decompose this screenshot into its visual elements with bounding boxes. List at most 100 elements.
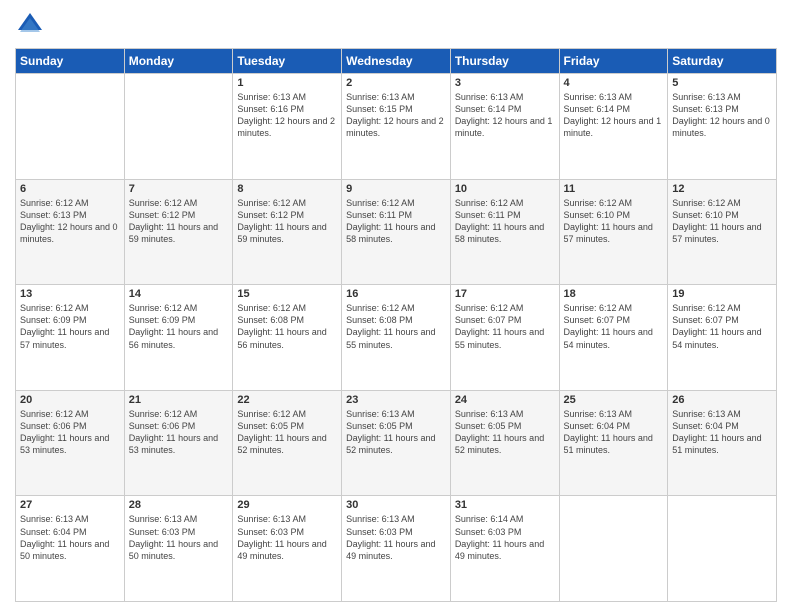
day-info: Sunrise: 6:14 AM Sunset: 6:03 PM Dayligh… — [455, 513, 555, 562]
col-header-friday: Friday — [559, 49, 668, 74]
day-number: 22 — [237, 394, 337, 406]
day-info: Sunrise: 6:13 AM Sunset: 6:04 PM Dayligh… — [672, 408, 772, 457]
calendar-cell: 1 Sunrise: 6:13 AM Sunset: 6:16 PM Daylig… — [233, 74, 342, 180]
calendar-cell: 25 Sunrise: 6:13 AM Sunset: 6:04 PM Dayli… — [559, 390, 668, 496]
calendar-cell: 5 Sunrise: 6:13 AM Sunset: 6:13 PM Daylig… — [668, 74, 777, 180]
day-number: 1 — [237, 77, 337, 89]
day-info: Sunrise: 6:12 AM Sunset: 6:10 PM Dayligh… — [672, 197, 772, 246]
day-number: 11 — [564, 183, 664, 195]
day-number: 14 — [129, 288, 229, 300]
day-info: Sunrise: 6:12 AM Sunset: 6:13 PM Dayligh… — [20, 197, 120, 246]
day-number: 31 — [455, 499, 555, 511]
day-number: 24 — [455, 394, 555, 406]
day-info: Sunrise: 6:13 AM Sunset: 6:16 PM Dayligh… — [237, 91, 337, 140]
calendar-cell: 2Sunrise: 6:13 AM Sunset: 6:15 PM Daylig… — [342, 74, 451, 180]
day-number: 4 — [564, 77, 664, 89]
logo-icon — [15, 10, 45, 40]
col-header-thursday: Thursday — [450, 49, 559, 74]
calendar-cell: 10 Sunrise: 6:12 AM Sunset: 6:11 PM Dayli… — [450, 179, 559, 285]
week-row-1: 1 Sunrise: 6:13 AM Sunset: 6:16 PM Daylig… — [16, 74, 777, 180]
day-info: Sunrise: 6:13 AM Sunset: 6:04 PM Dayligh… — [20, 513, 120, 562]
day-info: Sunrise: 6:13 AM Sunset: 6:13 PM Dayligh… — [672, 91, 772, 140]
day-info: Sunrise: 6:12 AM Sunset: 6:09 PM Dayligh… — [129, 302, 229, 351]
day-info: Sunrise: 6:12 AM Sunset: 6:12 PM Dayligh… — [237, 197, 337, 246]
day-number: 12 — [672, 183, 772, 195]
day-number: 30 — [346, 499, 446, 511]
day-number: 19 — [672, 288, 772, 300]
day-info: Sunrise: 6:13 AM Sunset: 6:05 PM Dayligh… — [346, 408, 446, 457]
calendar-cell: 9Sunrise: 6:12 AM Sunset: 6:11 PM Daylig… — [342, 179, 451, 285]
day-number: 21 — [129, 394, 229, 406]
calendar-cell: 7Sunrise: 6:12 AM Sunset: 6:12 PM Daylig… — [124, 179, 233, 285]
day-number: 2 — [346, 77, 446, 89]
day-info: Sunrise: 6:13 AM Sunset: 6:03 PM Dayligh… — [129, 513, 229, 562]
day-number: 6 — [20, 183, 120, 195]
day-info: Sunrise: 6:13 AM Sunset: 6:14 PM Dayligh… — [564, 91, 664, 140]
calendar-cell: 20Sunrise: 6:12 AM Sunset: 6:06 PM Dayli… — [16, 390, 125, 496]
day-info: Sunrise: 6:13 AM Sunset: 6:14 PM Dayligh… — [455, 91, 555, 140]
day-number: 23 — [346, 394, 446, 406]
day-info: Sunrise: 6:13 AM Sunset: 6:04 PM Dayligh… — [564, 408, 664, 457]
day-info: Sunrise: 6:13 AM Sunset: 6:03 PM Dayligh… — [346, 513, 446, 562]
day-number: 10 — [455, 183, 555, 195]
day-number: 18 — [564, 288, 664, 300]
day-info: Sunrise: 6:13 AM Sunset: 6:05 PM Dayligh… — [455, 408, 555, 457]
calendar-cell: 4 Sunrise: 6:13 AM Sunset: 6:14 PM Daylig… — [559, 74, 668, 180]
calendar-cell — [16, 74, 125, 180]
col-header-wednesday: Wednesday — [342, 49, 451, 74]
day-info: Sunrise: 6:12 AM Sunset: 6:05 PM Dayligh… — [237, 408, 337, 457]
calendar-cell: 28Sunrise: 6:13 AM Sunset: 6:03 PM Dayli… — [124, 496, 233, 602]
logo — [15, 10, 49, 40]
day-info: Sunrise: 6:12 AM Sunset: 6:07 PM Dayligh… — [672, 302, 772, 351]
day-number: 17 — [455, 288, 555, 300]
day-info: Sunrise: 6:13 AM Sunset: 6:03 PM Dayligh… — [237, 513, 337, 562]
calendar-cell: 31 Sunrise: 6:14 AM Sunset: 6:03 PM Dayli… — [450, 496, 559, 602]
day-number: 13 — [20, 288, 120, 300]
calendar-cell: 18 Sunrise: 6:12 AM Sunset: 6:07 PM Dayli… — [559, 285, 668, 391]
week-row-4: 20 Sunrise: 6:12 AM Sunset: 6:06 PM Dayli… — [16, 390, 777, 496]
day-info: Sunrise: 6:12 AM Sunset: 6:08 PM Dayligh… — [237, 302, 337, 351]
header — [15, 10, 777, 40]
day-number: 8 — [237, 183, 337, 195]
calendar-cell: 15Sunrise: 6:12 AM Sunset: 6:08 PM Dayli… — [233, 285, 342, 391]
day-info: Sunrise: 6:12 AM Sunset: 6:12 PM Dayligh… — [129, 197, 229, 246]
calendar-cell: 21 Sunrise: 6:12 AM Sunset: 6:06 PM Dayli… — [124, 390, 233, 496]
calendar-cell: 22 Sunrise: 6:12 AM Sunset: 6:05 PM Dayli… — [233, 390, 342, 496]
col-header-saturday: Saturday — [668, 49, 777, 74]
day-number: 3 — [455, 77, 555, 89]
day-info: Sunrise: 6:12 AM Sunset: 6:07 PM Dayligh… — [564, 302, 664, 351]
day-number: 27 — [20, 499, 120, 511]
calendar-cell — [559, 496, 668, 602]
calendar-cell — [124, 74, 233, 180]
week-row-5: 27 Sunrise: 6:13 AM Sunset: 6:04 PM Dayli… — [16, 496, 777, 602]
header-row: SundayMondayTuesdayWednesdayThursdayFrid… — [16, 49, 777, 74]
col-header-sunday: Sunday — [16, 49, 125, 74]
calendar-cell: 8 Sunrise: 6:12 AM Sunset: 6:12 PM Daylig… — [233, 179, 342, 285]
day-info: Sunrise: 6:12 AM Sunset: 6:10 PM Dayligh… — [564, 197, 664, 246]
calendar-cell: 16Sunrise: 6:12 AM Sunset: 6:08 PM Dayli… — [342, 285, 451, 391]
calendar-cell: 19 Sunrise: 6:12 AM Sunset: 6:07 PM Dayli… — [668, 285, 777, 391]
calendar-cell: 13 Sunrise: 6:12 AM Sunset: 6:09 PM Dayli… — [16, 285, 125, 391]
day-number: 26 — [672, 394, 772, 406]
day-number: 5 — [672, 77, 772, 89]
calendar-table: SundayMondayTuesdayWednesdayThursdayFrid… — [15, 48, 777, 602]
day-number: 25 — [564, 394, 664, 406]
calendar-cell: 12 Sunrise: 6:12 AM Sunset: 6:10 PM Dayli… — [668, 179, 777, 285]
day-info: Sunrise: 6:12 AM Sunset: 6:11 PM Dayligh… — [455, 197, 555, 246]
col-header-monday: Monday — [124, 49, 233, 74]
day-number: 16 — [346, 288, 446, 300]
calendar-cell: 24 Sunrise: 6:13 AM Sunset: 6:05 PM Dayli… — [450, 390, 559, 496]
day-number: 9 — [346, 183, 446, 195]
calendar-cell: 14 Sunrise: 6:12 AM Sunset: 6:09 PM Dayli… — [124, 285, 233, 391]
col-header-tuesday: Tuesday — [233, 49, 342, 74]
day-info: Sunrise: 6:12 AM Sunset: 6:07 PM Dayligh… — [455, 302, 555, 351]
day-info: Sunrise: 6:12 AM Sunset: 6:06 PM Dayligh… — [129, 408, 229, 457]
calendar-cell — [668, 496, 777, 602]
page: SundayMondayTuesdayWednesdayThursdayFrid… — [0, 0, 792, 612]
week-row-2: 6 Sunrise: 6:12 AM Sunset: 6:13 PM Daylig… — [16, 179, 777, 285]
calendar-cell: 17 Sunrise: 6:12 AM Sunset: 6:07 PM Dayli… — [450, 285, 559, 391]
day-info: Sunrise: 6:12 AM Sunset: 6:09 PM Dayligh… — [20, 302, 120, 351]
calendar-cell: 3 Sunrise: 6:13 AM Sunset: 6:14 PM Daylig… — [450, 74, 559, 180]
day-number: 20 — [20, 394, 120, 406]
week-row-3: 13 Sunrise: 6:12 AM Sunset: 6:09 PM Dayli… — [16, 285, 777, 391]
